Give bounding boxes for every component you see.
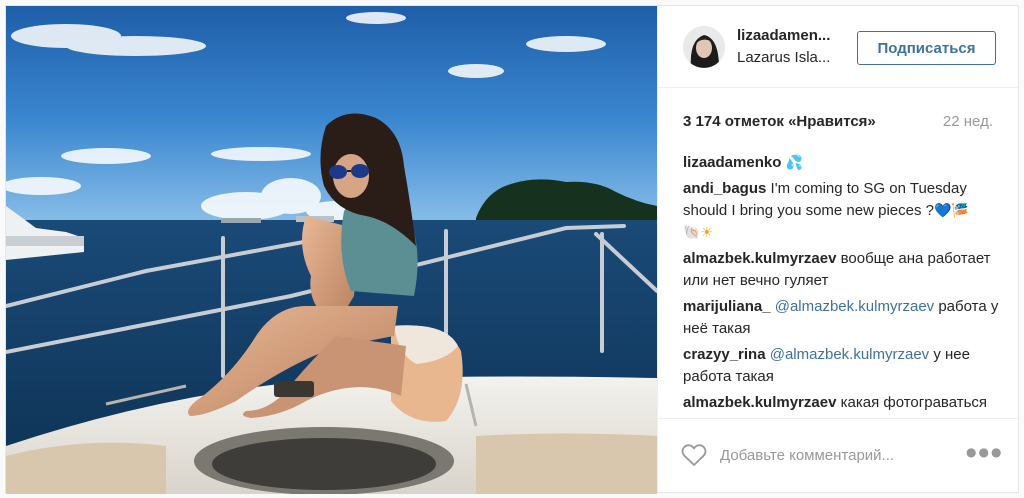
follow-button[interactable]: Подписаться — [857, 31, 996, 65]
likes-count[interactable]: 3 174 отметок «Нравится» — [683, 113, 876, 130]
comment: crazyy_rina @almazbek.kulmyrzaev у нее р… — [683, 344, 1000, 388]
post-details-panel: lizaadamen... Lazarus Isla... Подписатьс… — [657, 6, 1018, 492]
owner-username-link[interactable]: lizaadamen... — [737, 27, 830, 44]
comment: almazbek.kulmyrzaev вообще ана работает … — [683, 248, 1000, 292]
location-link[interactable]: Lazarus Isla... — [737, 49, 830, 66]
post-timestamp[interactable]: 22 нед. — [943, 113, 993, 130]
comment-mention-link[interactable]: @almazbek.kulmyrzaev — [775, 298, 934, 315]
post-photo-image — [6, 6, 657, 494]
comment: almazbek.kulmyrzaev какая фотограваться … — [683, 392, 1000, 418]
caption: lizaadamenko 💦 — [683, 152, 1000, 174]
post-card: lizaadamen... Lazarus Isla... Подписатьс… — [5, 5, 1019, 494]
comment-emoji: 🐚 — [683, 225, 701, 241]
likes-row: 3 174 отметок «Нравится» 22 нед. — [683, 113, 993, 133]
comment-bar: ●●● — [658, 418, 1018, 492]
post-header: lizaadamen... Lazarus Isla... Подписатьс… — [658, 6, 1018, 88]
avatar[interactable] — [683, 26, 725, 68]
comment-username[interactable]: crazyy_rina — [683, 346, 766, 363]
avatar-image — [683, 26, 725, 68]
comment-emoji: ☀ — [700, 225, 713, 241]
comment: andi_bagus I'm coming to SG on Tuesday s… — [683, 178, 1000, 244]
comment-emoji: 🎏 — [951, 203, 969, 219]
comment-input[interactable] — [720, 440, 930, 470]
comment-username[interactable]: almazbek.kulmyrzaev — [683, 250, 836, 267]
comment-username[interactable]: andi_bagus — [683, 180, 766, 197]
caption-username[interactable]: lizaadamenko — [683, 154, 781, 171]
comment: marijuliana_ @almazbek.kulmyrzaev работа… — [683, 296, 1000, 340]
comment-mention-link[interactable]: @almazbek.kulmyrzaev — [770, 346, 929, 363]
comment-emoji: 💙 — [933, 203, 952, 219]
caption-emoji: 💦 — [785, 155, 803, 171]
more-options-icon[interactable]: ●●● — [966, 445, 1001, 465]
comment-username[interactable]: almazbek.kulmyrzaev — [683, 394, 836, 411]
comment-username[interactable]: marijuliana_ — [683, 298, 771, 315]
heart-icon[interactable] — [681, 443, 707, 467]
comments-list[interactable]: lizaadamenko 💦 andi_bagus I'm coming to … — [683, 152, 1000, 418]
post-photo[interactable] — [6, 6, 657, 494]
